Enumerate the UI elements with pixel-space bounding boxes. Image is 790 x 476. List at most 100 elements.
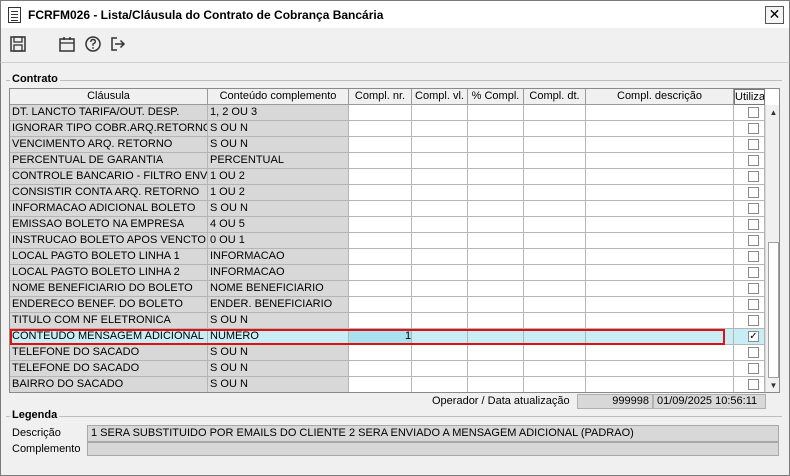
cell-pct-compl[interactable] <box>468 313 524 329</box>
cell-compl-nr[interactable] <box>349 377 412 392</box>
cell-pct-compl[interactable] <box>468 169 524 185</box>
cell-compl-descricao[interactable] <box>586 153 734 169</box>
cell-compl-nr[interactable]: 1 <box>349 329 412 345</box>
exit-icon[interactable] <box>108 34 128 54</box>
cell-pct-compl[interactable] <box>468 265 524 281</box>
cell-pct-compl[interactable] <box>468 281 524 297</box>
utilizar-checkbox[interactable] <box>748 187 759 198</box>
cell-compl-vl[interactable] <box>412 265 468 281</box>
cell-compl-dt[interactable] <box>524 361 586 377</box>
col-header-compl-nr[interactable]: Compl. nr. <box>349 89 412 105</box>
cell-compl-nr[interactable] <box>349 281 412 297</box>
cell-compl-nr[interactable] <box>349 121 412 137</box>
cell-compl-vl[interactable] <box>412 201 468 217</box>
cell-compl-descricao[interactable] <box>586 281 734 297</box>
utilizar-checkbox[interactable] <box>748 123 759 134</box>
col-header-compl-dt[interactable]: Compl. dt. <box>524 89 586 105</box>
col-header-compl-descricao[interactable]: Compl. descrição <box>586 89 734 105</box>
utilizar-checkbox[interactable] <box>748 171 759 182</box>
table-row[interactable]: TELEFONE DO SACADO S OU N <box>10 361 765 377</box>
utilizar-checkbox[interactable]: ✓ <box>748 331 759 342</box>
save-icon[interactable] <box>8 34 28 54</box>
scroll-up-icon[interactable]: ▲ <box>766 105 779 120</box>
table-row[interactable]: CONTEUDO MENSAGEM ADICIONAL 1 NUMERO 1 ✓ <box>10 329 765 345</box>
utilizar-checkbox[interactable] <box>748 379 759 390</box>
table-row[interactable]: TITULO COM NF ELETRONICA S OU N <box>10 313 765 329</box>
cell-compl-descricao[interactable] <box>586 201 734 217</box>
cell-compl-dt[interactable] <box>524 345 586 361</box>
help-icon[interactable] <box>83 34 103 54</box>
cell-compl-descricao[interactable] <box>586 361 734 377</box>
cell-compl-vl[interactable] <box>412 313 468 329</box>
cell-compl-dt[interactable] <box>524 153 586 169</box>
cell-compl-vl[interactable] <box>412 297 468 313</box>
cell-compl-vl[interactable] <box>412 121 468 137</box>
cell-compl-vl[interactable] <box>412 185 468 201</box>
scroll-down-icon[interactable]: ▼ <box>766 378 779 392</box>
cell-compl-descricao[interactable] <box>586 265 734 281</box>
cell-compl-dt[interactable] <box>524 297 586 313</box>
cell-compl-nr[interactable] <box>349 217 412 233</box>
cell-pct-compl[interactable] <box>468 377 524 392</box>
table-row[interactable]: INFORMACAO ADICIONAL BOLETO S OU N <box>10 201 765 217</box>
table-row[interactable]: LOCAL PAGTO BOLETO LINHA 1 INFORMACAO <box>10 249 765 265</box>
utilizar-checkbox[interactable] <box>748 363 759 374</box>
cell-pct-compl[interactable] <box>468 297 524 313</box>
table-row[interactable]: TELEFONE DO SACADO S OU N <box>10 345 765 361</box>
cell-compl-nr[interactable] <box>349 313 412 329</box>
table-row[interactable]: LOCAL PAGTO BOLETO LINHA 2 INFORMACAO <box>10 265 765 281</box>
cell-compl-nr[interactable] <box>349 153 412 169</box>
table-row[interactable]: IGNORAR TIPO COBR.ARQ.RETORNO S OU N <box>10 121 765 137</box>
cell-compl-dt[interactable] <box>524 121 586 137</box>
utilizar-checkbox[interactable] <box>748 219 759 230</box>
cell-pct-compl[interactable] <box>468 361 524 377</box>
cell-compl-descricao[interactable] <box>586 377 734 392</box>
utilizar-checkbox[interactable] <box>748 235 759 246</box>
cell-compl-dt[interactable] <box>524 185 586 201</box>
col-header-pct-compl[interactable]: % Compl. <box>468 89 524 105</box>
utilizar-checkbox[interactable] <box>748 299 759 310</box>
col-header-conteudo[interactable]: Conteúdo complemento <box>208 89 349 105</box>
cell-compl-dt[interactable] <box>524 329 586 345</box>
cell-compl-dt[interactable] <box>524 105 586 121</box>
cell-pct-compl[interactable] <box>468 249 524 265</box>
cell-compl-vl[interactable] <box>412 153 468 169</box>
cell-compl-nr[interactable] <box>349 137 412 153</box>
table-row[interactable]: CONTROLE BANCARIO - FILTRO ENV 1 OU 2 <box>10 169 765 185</box>
cell-pct-compl[interactable] <box>468 233 524 249</box>
cell-compl-nr[interactable] <box>349 169 412 185</box>
cell-pct-compl[interactable] <box>468 201 524 217</box>
cell-compl-nr[interactable] <box>349 185 412 201</box>
cell-pct-compl[interactable] <box>468 105 524 121</box>
cell-compl-vl[interactable] <box>412 137 468 153</box>
utilizar-checkbox[interactable] <box>748 155 759 166</box>
cell-compl-descricao[interactable] <box>586 249 734 265</box>
col-header-utilizar[interactable]: Utilizar <box>734 89 765 105</box>
cell-compl-vl[interactable] <box>412 377 468 392</box>
cell-compl-nr[interactable] <box>349 105 412 121</box>
cell-compl-descricao[interactable] <box>586 233 734 249</box>
cell-compl-descricao[interactable] <box>586 185 734 201</box>
table-row[interactable]: ENDERECO BENEF. DO BOLETO ENDER. BENEFICI… <box>10 297 765 313</box>
cell-pct-compl[interactable] <box>468 329 524 345</box>
scrollbar-thumb[interactable] <box>768 242 779 378</box>
utilizar-checkbox[interactable] <box>748 139 759 150</box>
cell-pct-compl[interactable] <box>468 153 524 169</box>
cell-pct-compl[interactable] <box>468 185 524 201</box>
cell-compl-dt[interactable] <box>524 377 586 392</box>
cell-pct-compl[interactable] <box>468 137 524 153</box>
table-row[interactable]: INSTRUCAO BOLETO APOS VENCTO 0 OU 1 <box>10 233 765 249</box>
cell-compl-descricao[interactable] <box>586 345 734 361</box>
cell-compl-descricao[interactable] <box>586 105 734 121</box>
cell-compl-vl[interactable] <box>412 105 468 121</box>
cell-compl-nr[interactable] <box>349 249 412 265</box>
calendar-icon[interactable] <box>57 34 77 54</box>
cell-compl-dt[interactable] <box>524 169 586 185</box>
cell-compl-descricao[interactable] <box>586 329 734 345</box>
utilizar-checkbox[interactable] <box>748 251 759 262</box>
cell-compl-nr[interactable] <box>349 297 412 313</box>
table-row[interactable]: DT. LANCTO TARIFA/OUT. DESP. 1, 2 OU 3 <box>10 105 765 121</box>
utilizar-checkbox[interactable] <box>748 107 759 118</box>
table-row[interactable]: VENCIMENTO ARQ. RETORNO S OU N <box>10 137 765 153</box>
cell-compl-vl[interactable] <box>412 233 468 249</box>
